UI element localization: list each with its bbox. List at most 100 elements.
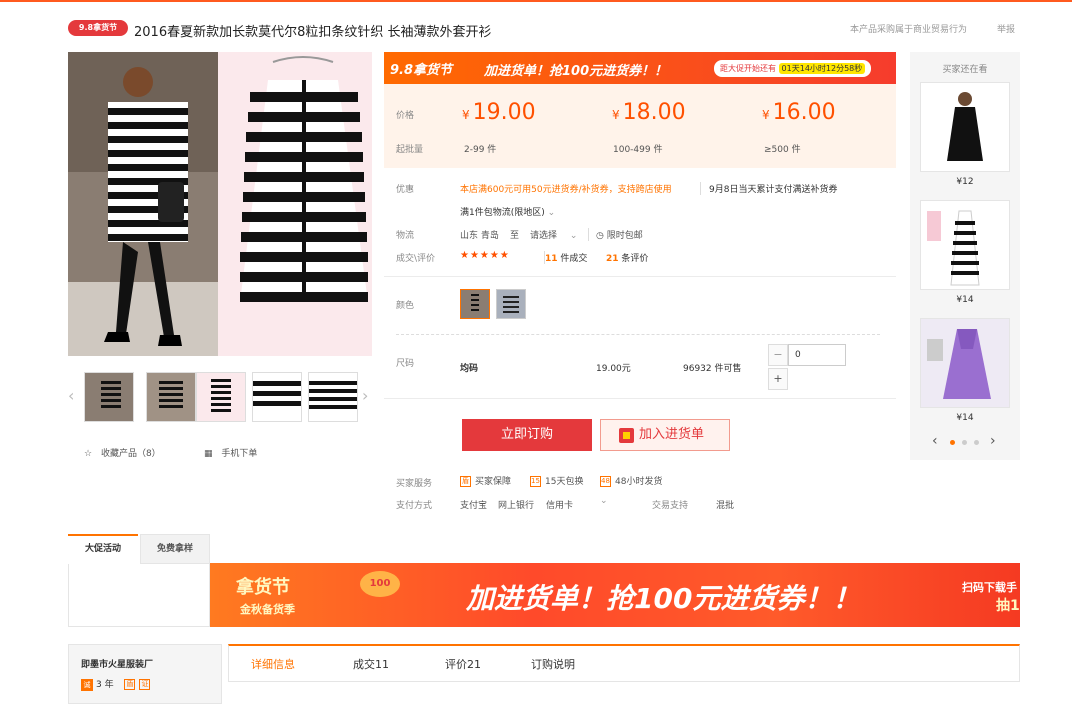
thumb-next-arrow[interactable]: › bbox=[362, 386, 368, 405]
recommend-item-1-image[interactable] bbox=[920, 82, 1010, 172]
promo-countdown: 距大促开始还有 01天14小时12分58秒 bbox=[714, 60, 872, 77]
thumb-prev-arrow[interactable]: ‹ bbox=[68, 386, 74, 405]
trade-note: 本产品采购属于商业贸易行为 bbox=[850, 25, 968, 35]
free-ship-tag: ◷ 限时包邮 bbox=[588, 228, 643, 241]
detail-tabs: 详细信息 成交11 评价21 订购说明 bbox=[228, 644, 1020, 682]
pay-credit: 信用卡 bbox=[546, 501, 574, 511]
cart-icon bbox=[619, 428, 634, 443]
verified-icon: 证 bbox=[139, 679, 151, 690]
thumbnail-4[interactable] bbox=[252, 372, 302, 422]
size-price: 19.00元 bbox=[596, 364, 631, 374]
chevron-down-icon: ⌄ bbox=[569, 231, 578, 241]
banner-draw: 抽1 bbox=[996, 598, 1020, 614]
tab-detail-info[interactable]: 详细信息 bbox=[251, 656, 295, 672]
add-to-cart-label: 加入进货单 bbox=[639, 427, 705, 442]
thumbnail-3[interactable] bbox=[196, 372, 246, 422]
chevron-down-icon[interactable]: ⌄ bbox=[600, 496, 608, 506]
recommend-item-3-image[interactable] bbox=[920, 318, 1010, 408]
size-label: 尺码 bbox=[396, 359, 415, 369]
color-label: 颜色 bbox=[396, 301, 415, 311]
thumbnail-2[interactable] bbox=[146, 372, 196, 422]
mobile-order-label: 手机下单 bbox=[221, 449, 258, 459]
divider bbox=[384, 276, 896, 277]
moq-label: 起批量 bbox=[396, 145, 424, 155]
recommend-item-3-price: ¥14 bbox=[956, 413, 974, 423]
tab-free-sample[interactable]: 免费拿样 bbox=[140, 534, 210, 564]
recommend-sidebar: 买家还在看 ¥12 ¥14 ¥14 ‹ › bbox=[910, 52, 1020, 460]
promo-strip[interactable]: 9.8拿货节 加进货单！抢100元进货券！！ 距大促开始还有 01天14小时12… bbox=[384, 52, 896, 84]
favorite-label: 收藏产品（8） bbox=[100, 449, 161, 459]
recommend-item-1-price: ¥12 bbox=[956, 177, 974, 187]
thumbnail-5[interactable] bbox=[308, 372, 358, 422]
recommend-item-2-image[interactable] bbox=[920, 200, 1010, 290]
color-swatch-2[interactable] bbox=[496, 289, 526, 319]
promo-festival: 9.8拿货节 bbox=[390, 63, 453, 78]
divider bbox=[384, 398, 896, 399]
thumbnail-1[interactable] bbox=[84, 372, 134, 422]
sidebar-next-arrow[interactable]: › bbox=[990, 433, 996, 449]
destination-select[interactable]: 请选择 ⌄ bbox=[530, 228, 577, 241]
discount-extra: 9月8日当天累计支付满送补货券 bbox=[700, 182, 837, 195]
banner-festival: 拿货节 bbox=[236, 577, 290, 598]
favorite-button[interactable]: ☆ 收藏产品（8） bbox=[84, 446, 161, 459]
service-exchange: 15 15天包换 bbox=[530, 476, 584, 487]
divider bbox=[396, 334, 880, 335]
mobile-order-button[interactable]: ▦ 手机下单 bbox=[204, 446, 257, 459]
festival-badge: 9.8拿货节 bbox=[68, 20, 128, 36]
shop-name[interactable]: 即墨市火星服装厂 bbox=[81, 657, 153, 670]
deals-count-link[interactable]: 11 件成交 bbox=[544, 251, 587, 264]
banner-slogan: 加进货单！抢100元进货券！！ bbox=[466, 582, 861, 615]
service-guarantee: 盾买家保障 bbox=[460, 476, 512, 487]
tab-reviews[interactable]: 评价21 bbox=[445, 656, 481, 672]
qty-plus-button[interactable]: + bbox=[768, 368, 788, 390]
main-product-image[interactable] bbox=[68, 52, 372, 356]
price-tier-3: ¥16.00 bbox=[762, 100, 836, 125]
order-now-button[interactable]: 立即订购 bbox=[462, 419, 592, 451]
qty-input[interactable]: 0 bbox=[788, 344, 846, 366]
tier-3-range: ≥500 件 bbox=[764, 145, 801, 155]
sidebar-prev-arrow[interactable]: ‹ bbox=[932, 433, 938, 449]
countdown-value: 01天14小时12分58秒 bbox=[778, 63, 866, 74]
tab-promotion[interactable]: 大促活动 bbox=[68, 534, 138, 564]
price-label: 价格 bbox=[396, 111, 415, 121]
discount-label: 优惠 bbox=[396, 185, 415, 195]
ship-from: 山东 青岛 bbox=[460, 231, 499, 241]
trade-support-label: 交易支持 bbox=[652, 501, 689, 511]
promo-slogan: 加进货单！抢100元进货券！！ bbox=[484, 64, 668, 79]
recommend-item-2-price: ¥14 bbox=[956, 295, 974, 305]
pager-dot[interactable] bbox=[962, 440, 967, 445]
tab-deals[interactable]: 成交11 bbox=[353, 656, 389, 672]
deals-label: 成交\评价 bbox=[396, 254, 436, 264]
clock-icon: ◷ bbox=[596, 231, 604, 241]
tier-2-range: 100-499 件 bbox=[613, 145, 663, 155]
banner-coin: 100 bbox=[360, 571, 400, 597]
add-to-cart-button[interactable]: 加入进货单 bbox=[600, 419, 730, 451]
shop-years: 诚3 年 盾证 bbox=[81, 677, 154, 691]
size-value: 均码 bbox=[460, 364, 479, 374]
pay-alipay: 支付宝 bbox=[460, 501, 488, 511]
qty-minus-button[interactable]: − bbox=[768, 344, 788, 366]
freeshipping-text: 满1件包物流(限地区) bbox=[460, 208, 545, 218]
promo-banner[interactable]: 拿货节 金秋备货季 100 加进货单！抢100元进货券！！ 扫码下载手 抽1 bbox=[210, 563, 1020, 627]
pay-bank: 网上银行 bbox=[498, 501, 535, 511]
reviews-count-link[interactable]: 21 条评价 bbox=[606, 251, 648, 264]
trust-badge-icon: 诚 bbox=[81, 679, 93, 691]
shop-info-box: 即墨市火星服装厂 诚3 年 盾证 bbox=[68, 644, 222, 704]
banner-season: 金秋备货季 bbox=[240, 603, 295, 616]
countdown-label: 距大促开始还有 bbox=[720, 64, 776, 73]
calendar-icon: 15 bbox=[530, 476, 541, 487]
banner-download: 扫码下载手 bbox=[962, 581, 1017, 594]
tab-order-notes[interactable]: 订购说明 bbox=[531, 656, 575, 672]
price-tier-1: ¥19.00 bbox=[462, 100, 536, 125]
pager-dot-active[interactable] bbox=[950, 440, 955, 445]
rating-stars: ★★★★★ bbox=[460, 250, 510, 261]
star-outline-icon: ☆ bbox=[84, 449, 93, 459]
sidebar-title: 买家还在看 bbox=[942, 65, 988, 75]
color-swatch-1[interactable] bbox=[460, 289, 490, 319]
pager-dot[interactable] bbox=[974, 440, 979, 445]
clock-48-icon: 48 bbox=[600, 476, 611, 487]
buyer-service-label: 买家服务 bbox=[396, 479, 433, 489]
report-link[interactable]: 举报 bbox=[997, 22, 1015, 35]
service-shipping: 48 48小时发货 bbox=[600, 476, 663, 487]
freeshipping-dropdown[interactable]: 满1件包物流(限地区) ⌄ bbox=[460, 205, 555, 218]
